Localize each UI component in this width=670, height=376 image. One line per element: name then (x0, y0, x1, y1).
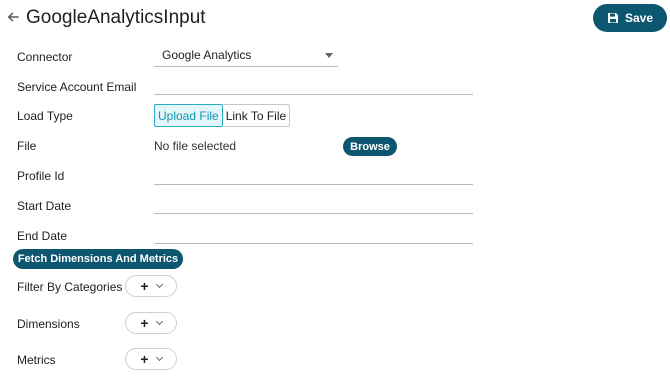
floppy-disk-icon (607, 12, 619, 24)
file-status: No file selected (154, 139, 237, 153)
page-header: GoogleAnalyticsInput Save (0, 0, 670, 36)
load-type-toggle: Upload File Link To File (154, 104, 291, 127)
dimensions-label: Dimensions (17, 317, 80, 331)
metrics-label: Metrics (17, 353, 56, 367)
end-date-label: End Date (17, 229, 68, 243)
filter-by-categories-add-button[interactable]: + (125, 275, 177, 297)
plus-icon: + (140, 351, 149, 367)
start-date-label: Start Date (17, 199, 72, 213)
browse-button[interactable]: Browse (343, 137, 397, 156)
profile-id-input[interactable] (154, 163, 473, 185)
profile-id-label: Profile Id (17, 169, 65, 183)
plus-icon: + (140, 278, 149, 294)
start-date-input[interactable] (154, 192, 473, 214)
link-to-file-option[interactable]: Link To File (222, 104, 291, 127)
service-account-email-input[interactable] (154, 73, 473, 95)
caret-down-icon (325, 53, 333, 58)
plus-icon: + (140, 315, 149, 331)
load-type-label: Load Type (17, 109, 73, 123)
filter-by-categories-label: Filter By Categories (17, 280, 123, 294)
chevron-down-icon (155, 280, 163, 289)
dimensions-add-button[interactable]: + (125, 312, 177, 334)
file-label: File (17, 139, 37, 153)
chevron-down-icon (155, 317, 163, 326)
chevron-down-icon (155, 353, 163, 362)
service-account-email-label: Service Account Email (17, 80, 137, 94)
page-title: GoogleAnalyticsInput (26, 7, 206, 28)
connector-select[interactable]: Google Analytics (154, 44, 338, 67)
connector-label: Connector (17, 50, 73, 64)
metrics-add-button[interactable]: + (125, 348, 177, 370)
upload-file-option[interactable]: Upload File (154, 104, 223, 127)
end-date-input[interactable] (154, 222, 473, 244)
arrow-left-icon[interactable] (6, 10, 20, 24)
fetch-dimensions-metrics-button[interactable]: Fetch Dimensions And Metrics (13, 249, 183, 269)
connector-select-value: Google Analytics (162, 48, 252, 62)
save-button[interactable]: Save (593, 4, 667, 32)
save-button-label: Save (624, 11, 654, 25)
